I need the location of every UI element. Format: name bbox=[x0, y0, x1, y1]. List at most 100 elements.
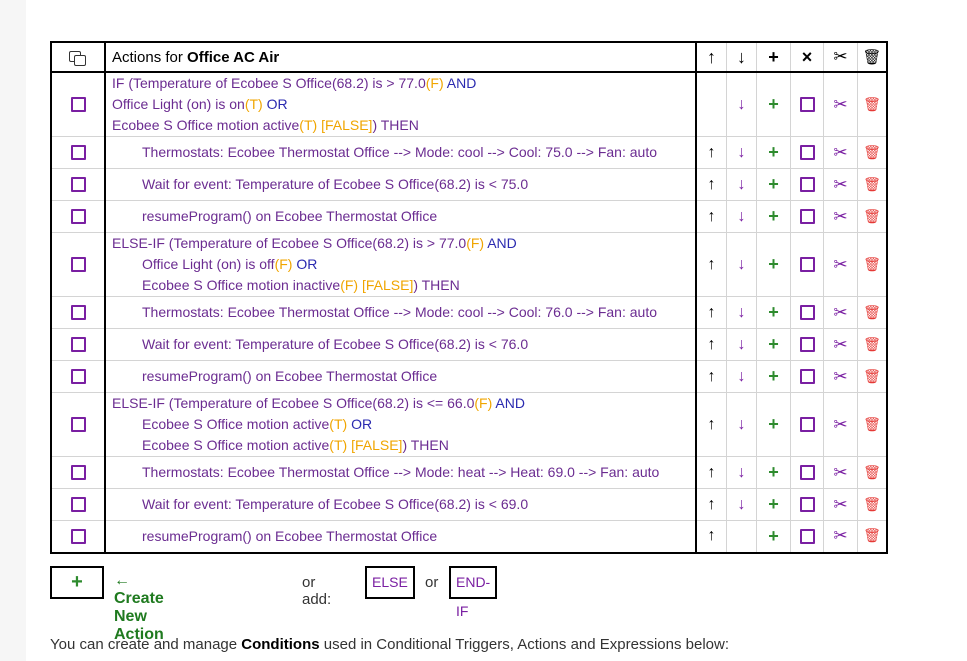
action-text[interactable]: Thermostats: Ecobee Thermostat Office --… bbox=[112, 462, 695, 483]
add-icon[interactable]: + bbox=[768, 142, 779, 162]
cut-icon[interactable]: ✂ bbox=[833, 367, 847, 386]
row-checkbox[interactable] bbox=[70, 304, 86, 320]
cut-icon[interactable]: ✂ bbox=[833, 175, 847, 194]
select-checkbox[interactable] bbox=[799, 96, 815, 112]
select-checkbox[interactable] bbox=[799, 208, 815, 224]
delete-icon[interactable]: 🗑 bbox=[863, 176, 881, 192]
select-checkbox[interactable] bbox=[799, 336, 815, 352]
select-checkbox[interactable] bbox=[799, 144, 815, 160]
action-text[interactable]: Thermostats: Ecobee Thermostat Office --… bbox=[112, 302, 695, 323]
else-button[interactable]: ELSE bbox=[365, 566, 415, 599]
header-down-icon[interactable]: ↓ bbox=[737, 47, 746, 67]
move-down-icon[interactable]: ↓ bbox=[738, 496, 746, 513]
move-up-icon[interactable]: ↑ bbox=[708, 527, 716, 544]
cut-icon[interactable]: ✂ bbox=[833, 463, 847, 482]
move-down-icon[interactable]: ↓ bbox=[738, 144, 746, 161]
header-close-icon[interactable]: × bbox=[802, 47, 813, 67]
delete-icon[interactable]: 🗑 bbox=[863, 96, 881, 112]
action-text[interactable]: Wait for event: Temperature of Ecobee S … bbox=[112, 494, 695, 515]
row-checkbox[interactable] bbox=[70, 208, 86, 224]
row-checkbox[interactable] bbox=[70, 496, 86, 512]
cut-icon[interactable]: ✂ bbox=[833, 526, 847, 545]
add-icon[interactable]: + bbox=[768, 174, 779, 194]
add-icon[interactable]: + bbox=[768, 254, 779, 274]
add-icon[interactable]: + bbox=[768, 494, 779, 514]
cut-icon[interactable]: ✂ bbox=[833, 495, 847, 514]
select-checkbox[interactable] bbox=[799, 368, 815, 384]
delete-icon[interactable]: 🗑 bbox=[863, 256, 881, 272]
cut-icon[interactable]: ✂ bbox=[833, 207, 847, 226]
select-checkbox[interactable] bbox=[799, 256, 815, 272]
action-text[interactable]: resumeProgram() on Ecobee Thermostat Off… bbox=[112, 366, 695, 387]
add-icon[interactable]: + bbox=[768, 414, 779, 434]
move-down-icon[interactable]: ↓ bbox=[738, 304, 746, 321]
move-down-icon[interactable]: ↓ bbox=[738, 336, 746, 353]
action-text[interactable]: resumeProgram() on Ecobee Thermostat Off… bbox=[112, 526, 695, 547]
row-checkbox[interactable] bbox=[70, 144, 86, 160]
row-checkbox[interactable] bbox=[70, 416, 86, 432]
delete-icon[interactable]: 🗑 bbox=[863, 368, 881, 384]
header-up-icon[interactable]: ↑ bbox=[707, 47, 716, 67]
row-checkbox[interactable] bbox=[70, 368, 86, 384]
create-new-action-link[interactable]: ← Create New Action bbox=[114, 572, 164, 644]
select-checkbox[interactable] bbox=[799, 528, 815, 544]
move-up-icon[interactable]: ↑ bbox=[708, 416, 716, 433]
delete-icon[interactable]: 🗑 bbox=[863, 336, 881, 352]
row-checkbox[interactable] bbox=[70, 464, 86, 480]
move-up-icon[interactable]: ↑ bbox=[708, 336, 716, 353]
header-plus-icon[interactable]: + bbox=[768, 47, 779, 67]
row-checkbox[interactable] bbox=[70, 336, 86, 352]
add-action-plus-button[interactable]: + bbox=[50, 566, 104, 599]
action-text[interactable]: Wait for event: Temperature of Ecobee S … bbox=[112, 334, 695, 355]
row-checkbox[interactable] bbox=[70, 96, 86, 112]
delete-icon[interactable]: 🗑 bbox=[863, 416, 881, 432]
delete-icon[interactable]: 🗑 bbox=[863, 208, 881, 224]
add-icon[interactable]: + bbox=[768, 366, 779, 386]
add-icon[interactable]: + bbox=[768, 334, 779, 354]
move-up-icon[interactable]: ↑ bbox=[708, 304, 716, 321]
add-icon[interactable]: + bbox=[768, 302, 779, 322]
move-up-icon[interactable]: ↑ bbox=[708, 176, 716, 193]
move-down-icon[interactable]: ↓ bbox=[738, 256, 746, 273]
add-icon[interactable]: + bbox=[768, 526, 779, 546]
end-if-button[interactable]: END-IF bbox=[449, 566, 498, 619]
select-checkbox[interactable] bbox=[799, 496, 815, 512]
add-icon[interactable]: + bbox=[768, 206, 779, 226]
move-down-icon[interactable]: ↓ bbox=[738, 208, 746, 225]
action-text[interactable]: Thermostats: Ecobee Thermostat Office --… bbox=[112, 142, 695, 163]
delete-icon[interactable]: 🗑 bbox=[863, 144, 881, 160]
delete-icon[interactable]: 🗑 bbox=[863, 496, 881, 512]
cut-icon[interactable]: ✂ bbox=[833, 143, 847, 162]
move-up-icon[interactable]: ↑ bbox=[708, 368, 716, 385]
else-if-condition[interactable]: ELSE-IF (Temperature of Ecobee S Office(… bbox=[104, 232, 697, 297]
row-checkbox[interactable] bbox=[70, 176, 86, 192]
move-down-icon[interactable]: ↓ bbox=[738, 368, 746, 385]
header-copy-cell[interactable] bbox=[50, 41, 106, 73]
move-up-icon[interactable]: ↑ bbox=[708, 464, 716, 481]
header-cut-icon[interactable]: ✂ bbox=[833, 47, 847, 66]
header-delete-icon[interactable]: 🗑 bbox=[862, 49, 881, 66]
select-checkbox[interactable] bbox=[799, 176, 815, 192]
delete-icon[interactable]: 🗑 bbox=[863, 464, 881, 480]
move-down-icon[interactable]: ↓ bbox=[738, 416, 746, 433]
cut-icon[interactable]: ✂ bbox=[833, 255, 847, 274]
if-condition[interactable]: IF (Temperature of Ecobee S Office(68.2)… bbox=[104, 71, 697, 137]
select-checkbox[interactable] bbox=[799, 416, 815, 432]
else-if-condition[interactable]: ELSE-IF (Temperature of Ecobee S Office(… bbox=[104, 392, 697, 457]
move-up-icon[interactable]: ↑ bbox=[708, 496, 716, 513]
move-down-icon[interactable]: ↓ bbox=[738, 464, 746, 481]
add-icon[interactable]: + bbox=[768, 94, 779, 114]
add-icon[interactable]: + bbox=[768, 462, 779, 482]
delete-icon[interactable]: 🗑 bbox=[863, 304, 881, 320]
row-checkbox[interactable] bbox=[70, 528, 86, 544]
move-up-icon[interactable]: ↑ bbox=[708, 256, 716, 273]
select-checkbox[interactable] bbox=[799, 464, 815, 480]
cut-icon[interactable]: ✂ bbox=[833, 303, 847, 322]
cut-icon[interactable]: ✂ bbox=[833, 335, 847, 354]
copy-icon[interactable] bbox=[69, 50, 87, 66]
delete-icon[interactable]: 🗑 bbox=[863, 527, 881, 543]
action-text[interactable]: Wait for event: Temperature of Ecobee S … bbox=[112, 174, 695, 195]
cut-icon[interactable]: ✂ bbox=[833, 415, 847, 434]
row-checkbox[interactable] bbox=[70, 256, 86, 272]
move-down-icon[interactable]: ↓ bbox=[738, 96, 746, 113]
